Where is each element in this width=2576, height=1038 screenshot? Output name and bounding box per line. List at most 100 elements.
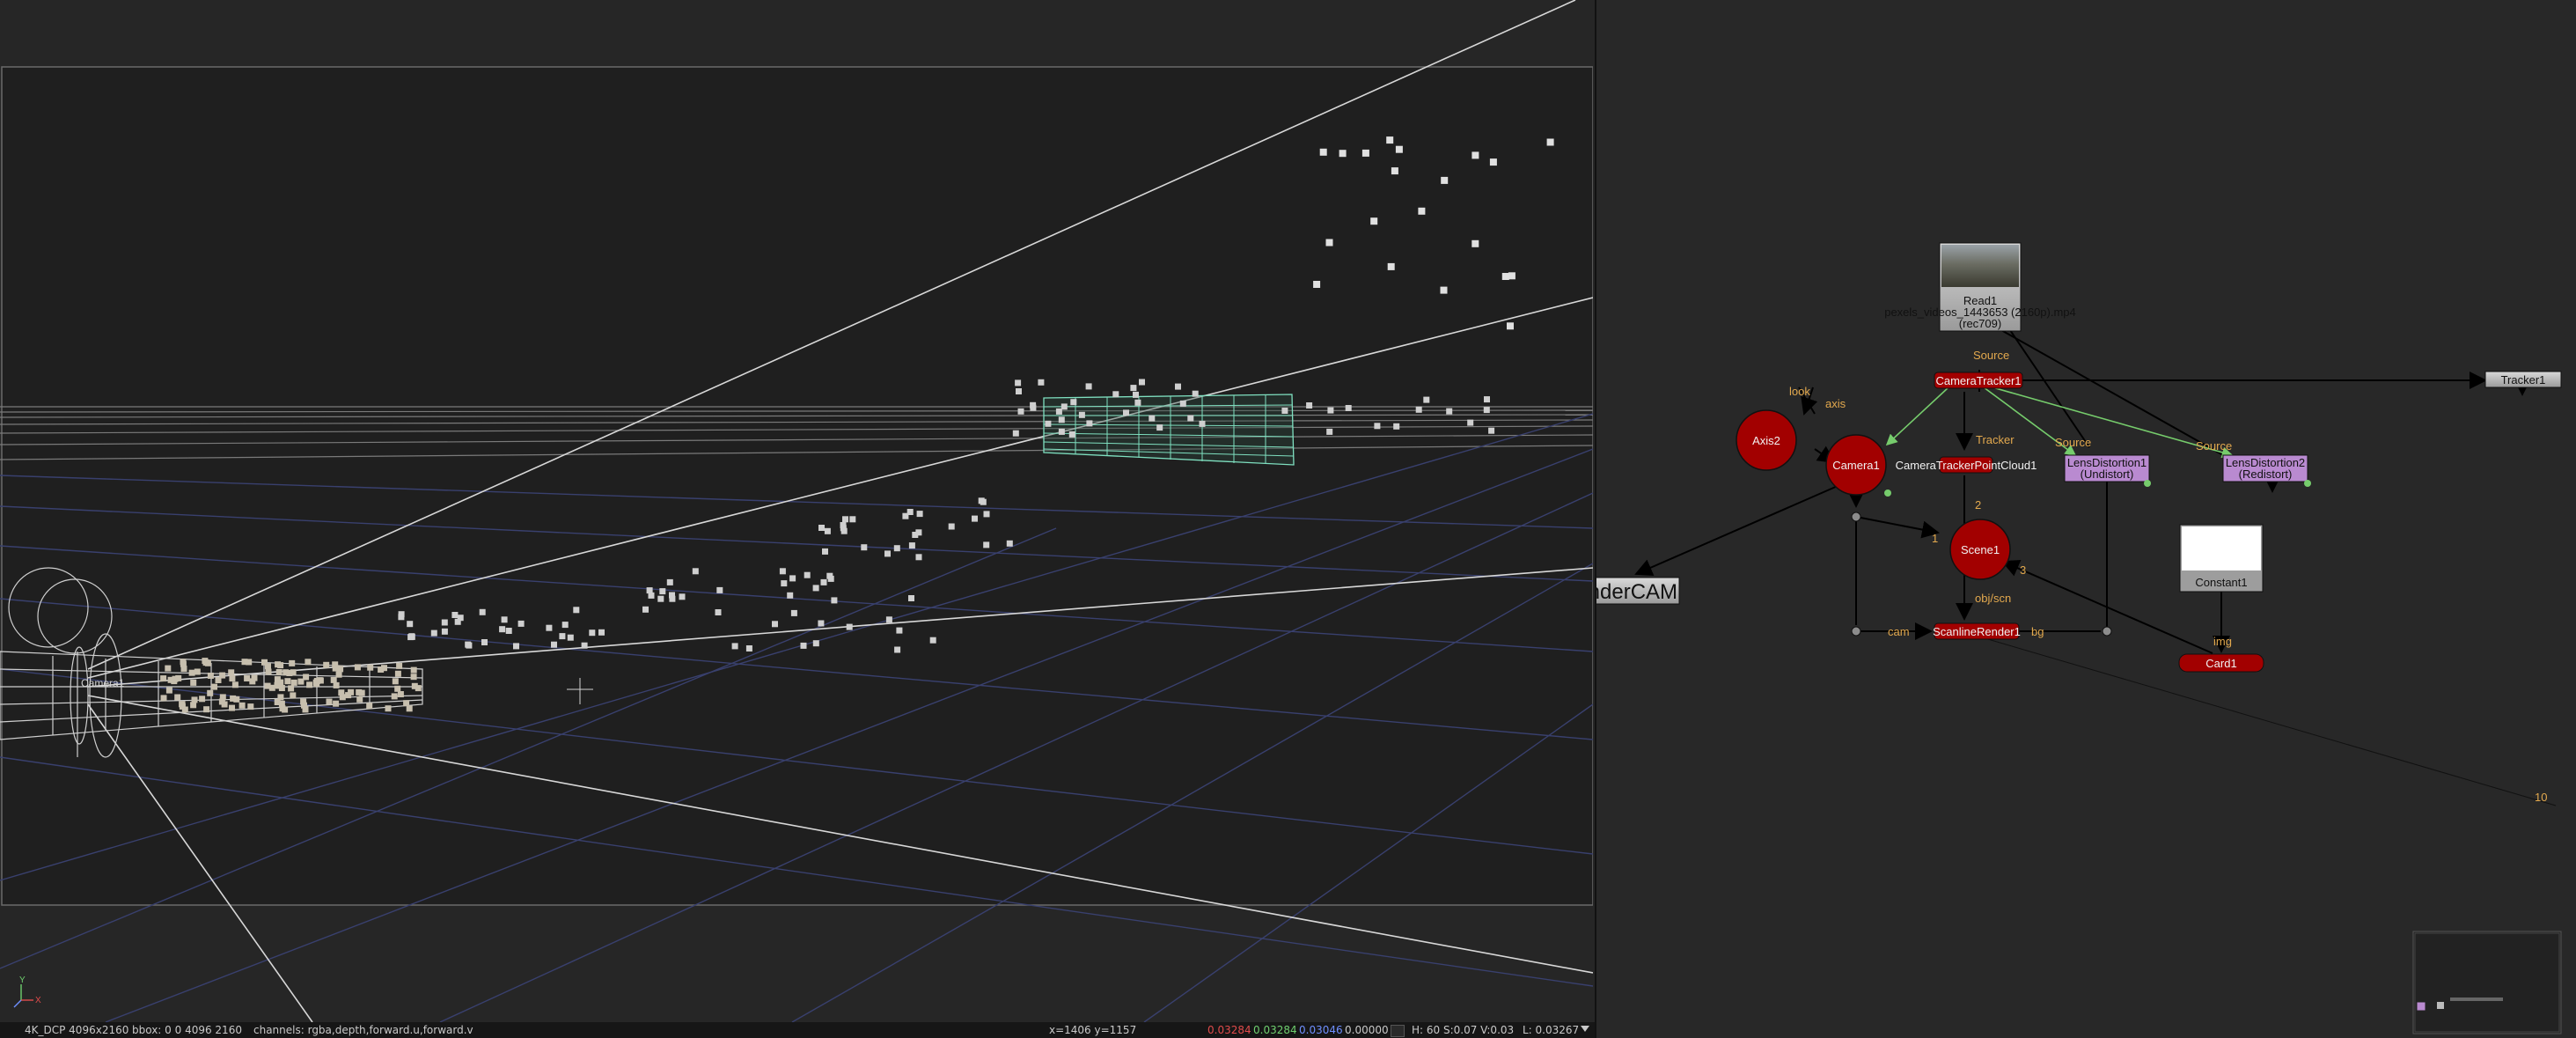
camera-tracker-name: CameraTracker1: [1935, 374, 2021, 387]
point-cloud-point: [339, 694, 346, 701]
point-cloud-point: [1395, 145, 1403, 153]
point-cloud-point: [1327, 407, 1334, 414]
scene-node[interactable]: Scene1: [1949, 519, 2011, 580]
point-cloud-point: [275, 661, 282, 668]
point-cloud-point: [406, 705, 413, 712]
point-cloud-point: [1068, 431, 1075, 438]
point-cloud-point: [846, 623, 853, 630]
point-cloud-point: [561, 622, 569, 629]
point-cloud-point: [893, 545, 900, 552]
card-input-label: img: [2213, 635, 2232, 648]
read-node[interactable]: Read1 pexels_videos_1443653 (2160p).mp4 …: [1884, 242, 2076, 332]
read-node-colorspace: (rec709): [1959, 317, 2001, 330]
camera-node[interactable]: Camera1: [1825, 434, 1891, 497]
point-cloud-point: [646, 587, 653, 594]
point-cloud-point: [1326, 428, 1333, 435]
point-cloud-point: [286, 670, 293, 676]
point-cloud-point: [207, 689, 214, 696]
point-cloud-point: [1370, 217, 1378, 225]
point-cloud-point: [1281, 408, 1288, 414]
camera-node-name: Camera1: [1832, 459, 1879, 472]
lens-distortion-2-node[interactable]: LensDistortion2 (Redistort): [2222, 454, 2311, 487]
point-cloud-point: [1139, 379, 1145, 386]
axis-node[interactable]: Axis2: [1736, 409, 1797, 471]
point-cloud-point: [559, 633, 566, 640]
viewer-canvas[interactable]: Camera1 Y X: [0, 0, 1595, 1022]
point-cloud-point: [1393, 423, 1400, 430]
card-node[interactable]: Card1: [2178, 653, 2264, 673]
pipes: [1634, 329, 2557, 806]
red-readout: 0.03284: [1207, 1024, 1251, 1036]
scanline-render-node[interactable]: ScanlineRender1: [1933, 622, 2021, 640]
point-cloud-point: [211, 683, 217, 690]
point-cloud-point: [916, 511, 923, 518]
read-thumbnail: [1941, 245, 2019, 287]
point-cloud-point: [1058, 416, 1065, 423]
point-cloud-point: [194, 668, 201, 675]
point-cloud-point: [278, 685, 285, 691]
3d-viewer[interactable]: Camera1 Y X 4K_DCP 4096x2160 bbox: 0 0 4…: [0, 0, 1595, 1038]
point-cloud-point: [546, 624, 553, 631]
point-cloud-point: [1508, 272, 1516, 280]
point-cloud-point: [1415, 406, 1422, 413]
scene-input-3-label: 3: [2020, 563, 2026, 577]
point-cloud-point: [804, 571, 811, 578]
point-cloud-point: [581, 642, 588, 649]
point-cloud-point: [573, 607, 580, 614]
point-cloud-point: [289, 659, 296, 666]
blue-readout: 0.03046: [1299, 1024, 1343, 1036]
point-cloud-point: [1339, 150, 1347, 158]
lens-distortion-2-input-label: Source: [2196, 439, 2232, 453]
point-cloud-point: [180, 666, 187, 673]
point-cloud-point: [1134, 399, 1141, 406]
point-cloud-point: [203, 706, 210, 713]
point-cloud-point: [1471, 151, 1479, 159]
point-cloud-point: [822, 548, 828, 555]
point-cloud-point: [335, 671, 342, 678]
node-graph-canvas[interactable]: Source look axis Tracker Source Source 2…: [1596, 0, 2576, 1038]
point-cloud-point: [1015, 379, 1022, 386]
point-cloud-point: [501, 616, 508, 623]
point-cloud-node[interactable]: CameraTrackerPointCloud1: [1896, 456, 2037, 474]
point-cloud-point: [410, 674, 417, 681]
constant-node[interactable]: Constant1: [2179, 524, 2264, 593]
point-cloud-point: [230, 695, 237, 702]
point-cloud-point: [642, 606, 649, 613]
point-cloud-point: [181, 706, 188, 713]
camera-tracker-node[interactable]: CameraTracker1: [1934, 372, 2023, 389]
point-cloud-point: [282, 706, 289, 713]
point-cloud-point: [277, 694, 284, 701]
point-cloud-point: [284, 678, 291, 685]
point-cloud-point: [779, 568, 786, 575]
point-cloud-name: CameraTrackerPointCloud1: [1896, 459, 2037, 472]
point-cloud-point: [1012, 430, 1019, 437]
scanline-bg-label: bg: [2031, 625, 2044, 638]
point-cloud-point: [1345, 405, 1352, 411]
point-cloud-point: [929, 637, 936, 644]
card-wireframe[interactable]: [1043, 394, 1295, 466]
point-cloud-point: [392, 678, 399, 685]
point-cloud-point: [1306, 402, 1313, 409]
point-cloud-point: [160, 695, 167, 702]
render-cam-node[interactable]: RenderCAM: [1596, 577, 1680, 605]
dag-navigator[interactable]: [2412, 931, 2562, 1034]
point-cloud-point: [1387, 262, 1395, 270]
tracker-node[interactable]: Tracker1: [2484, 371, 2562, 388]
point-cloud-point: [505, 628, 512, 634]
point-cloud-point: [385, 705, 392, 712]
point-cloud-point: [1187, 415, 1194, 422]
point-cloud-point: [410, 666, 417, 674]
point-cloud-point: [902, 512, 909, 519]
point-cloud-point: [190, 702, 197, 709]
point-cloud-point: [861, 544, 868, 551]
point-cloud-point: [348, 688, 355, 696]
dropdown-arrow-icon[interactable]: [1581, 1026, 1589, 1032]
point-cloud-point: [1361, 149, 1369, 157]
point-cloud-point: [481, 639, 488, 645]
point-cloud-point: [366, 703, 373, 710]
lens-distortion-1-input-label: Source: [2055, 436, 2091, 449]
scanline-cam-label: cam: [1888, 625, 1910, 638]
node-graph-panel[interactable]: Source look axis Tracker Source Source 2…: [1596, 0, 2576, 1038]
point-cloud-point: [207, 673, 214, 679]
axis-node-name: Axis2: [1752, 434, 1780, 447]
